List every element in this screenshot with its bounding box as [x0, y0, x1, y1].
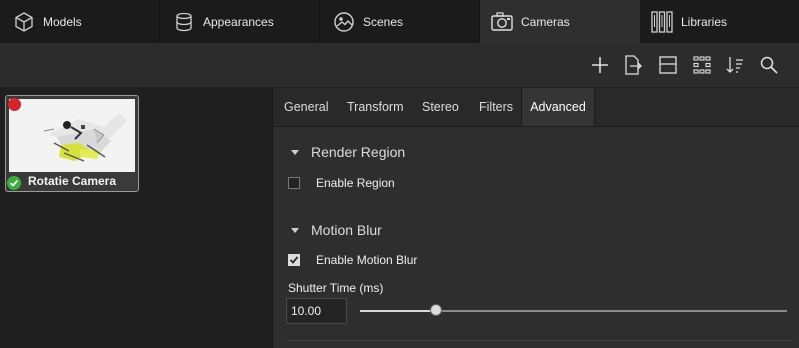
- layout-button[interactable]: [657, 54, 679, 76]
- chevron-down-icon: [291, 227, 299, 233]
- layout-icon: [659, 56, 677, 74]
- top-tab-bar: Models Appearances Scenes Cameras Librar…: [0, 0, 799, 43]
- tab-scenes[interactable]: Scenes: [320, 0, 480, 43]
- tab-cameras[interactable]: Cameras: [480, 0, 640, 43]
- properties-subtab-bar: General Transform Stereo Filters Advance…: [273, 88, 799, 127]
- export-button[interactable]: [622, 54, 644, 76]
- checkbox-box[interactable]: [288, 254, 300, 266]
- checkbox-label: Enable Motion Blur: [316, 253, 418, 267]
- camera-thumbnail-card[interactable]: Rotatie Camera: [5, 95, 139, 192]
- toolbar: [0, 43, 799, 88]
- tab-label: Cameras: [521, 14, 570, 29]
- cylinder-icon: [172, 10, 196, 34]
- plus-icon: [592, 57, 608, 73]
- tab-label: Libraries: [681, 14, 728, 29]
- tab-label: Appearances: [203, 14, 274, 29]
- books-icon: [650, 10, 674, 34]
- subtab-stereo[interactable]: Stereo: [422, 88, 459, 126]
- camera-thumbnail-image: [9, 99, 135, 172]
- enable-region-checkbox[interactable]: Enable Region: [288, 176, 395, 190]
- cube-icon: [12, 10, 36, 34]
- section-title: Motion Blur: [311, 222, 382, 238]
- checkbox-label: Enable Region: [316, 176, 395, 190]
- tab-label: Scenes: [363, 14, 404, 29]
- subtab-advanced[interactable]: Advanced: [521, 88, 595, 126]
- shutter-time-slider[interactable]: [360, 304, 787, 316]
- enable-motion-blur-checkbox[interactable]: Enable Motion Blur: [288, 253, 417, 267]
- section-title: Render Region: [311, 144, 406, 160]
- subtab-filters[interactable]: Filters: [479, 88, 513, 126]
- section-divider: [286, 340, 793, 341]
- motion-blur-header[interactable]: Motion Blur: [291, 222, 382, 238]
- shutter-time-label: Shutter Time (ms): [288, 281, 384, 295]
- slider-handle[interactable]: [430, 304, 442, 316]
- camera-item-label: Rotatie Camera: [27, 174, 117, 188]
- slider-fill: [360, 310, 436, 312]
- add-button[interactable]: [589, 54, 611, 76]
- tab-appearances[interactable]: Appearances: [160, 0, 320, 43]
- search-icon: [760, 56, 778, 74]
- check-icon: [289, 256, 299, 264]
- shutter-time-input[interactable]: [286, 298, 347, 324]
- tab-models[interactable]: Models: [0, 0, 160, 43]
- camera-properties-panel: General Transform Stereo Filters Advance…: [272, 88, 799, 348]
- export-icon: [625, 55, 642, 75]
- sort-icon: [726, 57, 743, 73]
- image-icon: [332, 10, 356, 34]
- tab-libraries[interactable]: Libraries: [640, 0, 799, 43]
- sort-button[interactable]: [724, 54, 746, 76]
- search-button[interactable]: [758, 54, 780, 76]
- grid-view-button[interactable]: [691, 54, 713, 76]
- subtab-general[interactable]: General: [284, 88, 328, 126]
- grid-view-icon: [693, 56, 711, 74]
- red-dot-icon: [8, 98, 21, 111]
- checkbox-box[interactable]: [288, 177, 300, 189]
- subtab-transform[interactable]: Transform: [347, 88, 404, 126]
- chevron-down-icon: [291, 149, 299, 155]
- render-region-header[interactable]: Render Region: [291, 144, 405, 160]
- tab-label: Models: [43, 14, 82, 29]
- camera-icon: [490, 10, 514, 34]
